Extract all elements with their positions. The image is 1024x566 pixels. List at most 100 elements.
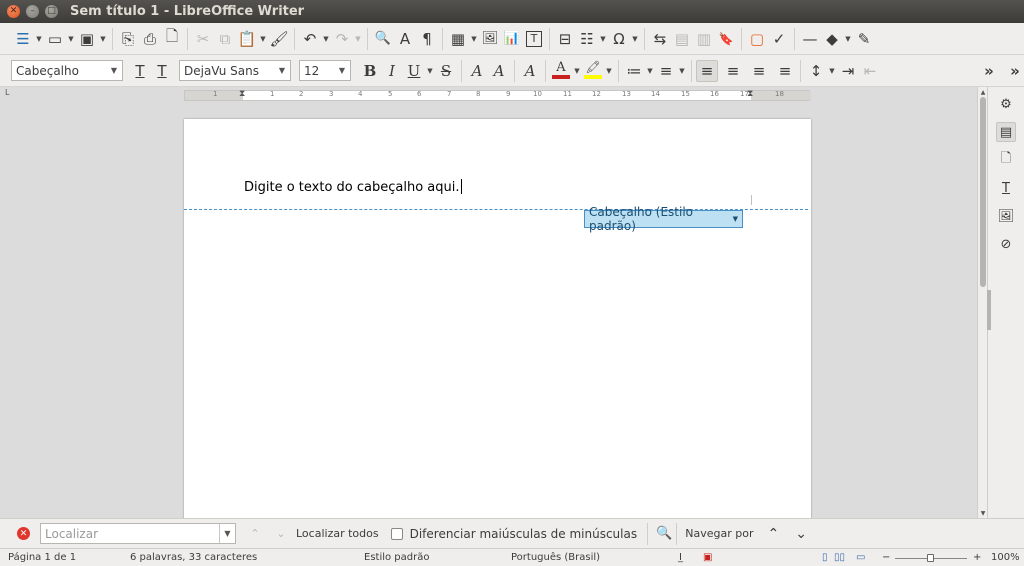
special-char-dropdown[interactable]: ▼ bbox=[630, 28, 640, 50]
insert-field-icon[interactable]: ☷ bbox=[576, 28, 598, 50]
window-minimize-button[interactable]: – bbox=[26, 5, 39, 18]
open-dropdown[interactable]: ▼ bbox=[66, 28, 76, 50]
zoom-out-button[interactable]: − bbox=[882, 552, 890, 563]
sidebar-gallery-icon[interactable]: 🖼 bbox=[996, 206, 1016, 226]
font-color-dropdown[interactable]: ▼ bbox=[572, 60, 582, 82]
insert-table-icon[interactable]: ▦ bbox=[447, 28, 469, 50]
insert-chart-icon[interactable]: 📊 bbox=[501, 28, 523, 50]
clear-formatting-icon[interactable]: A bbox=[519, 60, 541, 82]
more-options-icon[interactable]: » bbox=[978, 60, 1000, 82]
language[interactable]: Português (Brasil) bbox=[511, 552, 600, 563]
header-text[interactable]: Digite o texto do cabeçalho aqui. bbox=[244, 180, 460, 195]
find-replace-icon[interactable]: 🔍 bbox=[656, 526, 672, 541]
single-page-view-icon[interactable]: ▯ bbox=[822, 552, 828, 563]
spelling-icon[interactable]: A bbox=[394, 28, 416, 50]
view-icon[interactable]: ☰ bbox=[12, 28, 34, 50]
scrollbar-thumb[interactable] bbox=[980, 97, 986, 287]
export-pdf-icon[interactable]: ⎘ bbox=[117, 28, 139, 50]
insert-image-icon[interactable]: 🖼 bbox=[479, 28, 501, 50]
paste-icon[interactable]: 📋 bbox=[236, 28, 258, 50]
page[interactable]: Digite o texto do cabeçalho aqui. Cabeça… bbox=[184, 119, 811, 518]
highlight-color-icon[interactable]: 🖍 bbox=[582, 60, 604, 82]
zoom-in-button[interactable]: + bbox=[973, 552, 981, 563]
line-spacing-icon[interactable]: ↕ bbox=[805, 60, 827, 82]
more-options-icon-2[interactable]: » bbox=[1006, 60, 1024, 82]
find-previous-icon[interactable]: ⌃ bbox=[242, 527, 268, 540]
sidebar-properties-icon[interactable]: ▤ bbox=[996, 122, 1016, 142]
endnote-icon[interactable]: ▥ bbox=[693, 28, 715, 50]
match-case-checkbox[interactable] bbox=[390, 527, 403, 540]
insert-line-icon[interactable]: — bbox=[799, 28, 821, 50]
save-dropdown[interactable]: ▼ bbox=[98, 28, 108, 50]
new-style-icon[interactable]: T bbox=[151, 60, 173, 82]
undo-dropdown[interactable]: ▼ bbox=[321, 28, 331, 50]
sidebar-resize-handle[interactable] bbox=[987, 290, 991, 330]
hyperlink-icon[interactable]: ⇆ bbox=[649, 28, 671, 50]
numbering-dropdown[interactable]: ▼ bbox=[677, 60, 687, 82]
save-status-icon[interactable]: ▣ bbox=[703, 552, 712, 563]
line-spacing-dropdown[interactable]: ▼ bbox=[827, 60, 837, 82]
font-color-icon[interactable]: A bbox=[550, 60, 572, 82]
copy-icon[interactable]: ⧉ bbox=[214, 28, 236, 50]
field-dropdown[interactable]: ▼ bbox=[598, 28, 608, 50]
close-find-bar-icon[interactable]: ✕ bbox=[17, 527, 30, 540]
justify-icon[interactable]: ≡ bbox=[774, 60, 796, 82]
sidebar-page-icon[interactable]: 🗋 bbox=[996, 150, 1016, 170]
paragraph-style-combo[interactable]: Cabeçalho ▼ bbox=[11, 60, 123, 81]
find-next-icon[interactable]: ⌄ bbox=[268, 527, 294, 540]
italic-icon[interactable]: I bbox=[381, 60, 403, 82]
special-character-icon[interactable]: Ω bbox=[608, 28, 630, 50]
highlight-dropdown[interactable]: ▼ bbox=[604, 60, 614, 82]
underline-dropdown[interactable]: ▼ bbox=[425, 60, 435, 82]
redo-dropdown[interactable]: ▼ bbox=[353, 28, 363, 50]
comment-icon[interactable]: ▢ bbox=[746, 28, 768, 50]
redo-icon[interactable]: ↷ bbox=[331, 28, 353, 50]
sidebar-settings-icon[interactable]: ⚙ bbox=[996, 94, 1016, 114]
bookmark-icon[interactable]: 🔖 bbox=[715, 28, 737, 50]
bullets-icon[interactable]: ≔ bbox=[623, 60, 645, 82]
cut-icon[interactable]: ✂ bbox=[192, 28, 214, 50]
match-case-label[interactable]: Diferenciar maiúsculas de minúsculas bbox=[410, 527, 638, 541]
chevron-down-icon[interactable]: ▼ bbox=[274, 61, 290, 80]
chevron-down-icon[interactable]: ▼ bbox=[219, 524, 235, 543]
table-dropdown[interactable]: ▼ bbox=[469, 28, 479, 50]
find-input-placeholder[interactable]: Localizar bbox=[41, 527, 219, 541]
insert-textbox-icon[interactable]: T bbox=[526, 30, 542, 47]
clone-formatting-icon[interactable]: 🖌 bbox=[268, 28, 290, 50]
zoom-slider-handle[interactable] bbox=[927, 554, 934, 562]
footnote-icon[interactable]: ▤ bbox=[671, 28, 693, 50]
bullets-dropdown[interactable]: ▼ bbox=[645, 60, 655, 82]
shapes-dropdown[interactable]: ▼ bbox=[843, 28, 853, 50]
update-style-icon[interactable]: T bbox=[129, 60, 151, 82]
page-count[interactable]: Página 1 de 1 bbox=[8, 552, 76, 563]
undo-icon[interactable]: ↶ bbox=[299, 28, 321, 50]
strikethrough-icon[interactable]: S bbox=[435, 60, 457, 82]
insert-mode-icon[interactable]: I̲ bbox=[679, 552, 682, 563]
bold-icon[interactable]: B bbox=[359, 60, 381, 82]
superscript-icon[interactable]: A bbox=[466, 60, 488, 82]
left-indent-marker[interactable]: ⧗ bbox=[239, 89, 245, 99]
chevron-down-icon[interactable]: ▼ bbox=[106, 61, 122, 80]
track-changes-icon[interactable]: ✓ bbox=[768, 28, 790, 50]
subscript-icon[interactable]: A bbox=[488, 60, 510, 82]
find-replace-icon[interactable]: 🔍 bbox=[372, 28, 394, 50]
open-icon[interactable]: ▭ bbox=[44, 28, 66, 50]
view-dropdown[interactable]: ▼ bbox=[34, 28, 44, 50]
book-view-icon[interactable]: ▭ bbox=[856, 552, 865, 563]
window-maximize-button[interactable]: □ bbox=[45, 5, 58, 18]
word-count[interactable]: 6 palavras, 33 caracteres bbox=[130, 552, 257, 563]
align-left-icon[interactable]: ≡ bbox=[696, 59, 718, 82]
right-indent-marker[interactable]: ⧗ bbox=[747, 89, 753, 99]
paste-dropdown[interactable]: ▼ bbox=[258, 28, 268, 50]
horizontal-ruler[interactable]: 1 1 2 3 4 5 6 7 8 9 10 11 12 13 14 15 16… bbox=[184, 89, 811, 101]
draw-functions-icon[interactable]: ✎ bbox=[853, 28, 875, 50]
sidebar-navigator-icon[interactable]: ⊘ bbox=[996, 234, 1016, 254]
window-close-button[interactable]: ✕ bbox=[7, 5, 20, 18]
font-size-combo[interactable]: 12 ▼ bbox=[299, 60, 351, 81]
basic-shapes-icon[interactable]: ◆ bbox=[821, 28, 843, 50]
formatting-marks-icon[interactable]: ¶ bbox=[416, 28, 438, 50]
header-style-button[interactable]: Cabeçalho (Estilo padrão) ▼ bbox=[584, 205, 743, 233]
increase-indent-icon[interactable]: ⇥ bbox=[837, 60, 859, 82]
chevron-down-icon[interactable]: ▼ bbox=[334, 61, 350, 80]
navigate-down-icon[interactable]: ⌄ bbox=[795, 526, 807, 542]
